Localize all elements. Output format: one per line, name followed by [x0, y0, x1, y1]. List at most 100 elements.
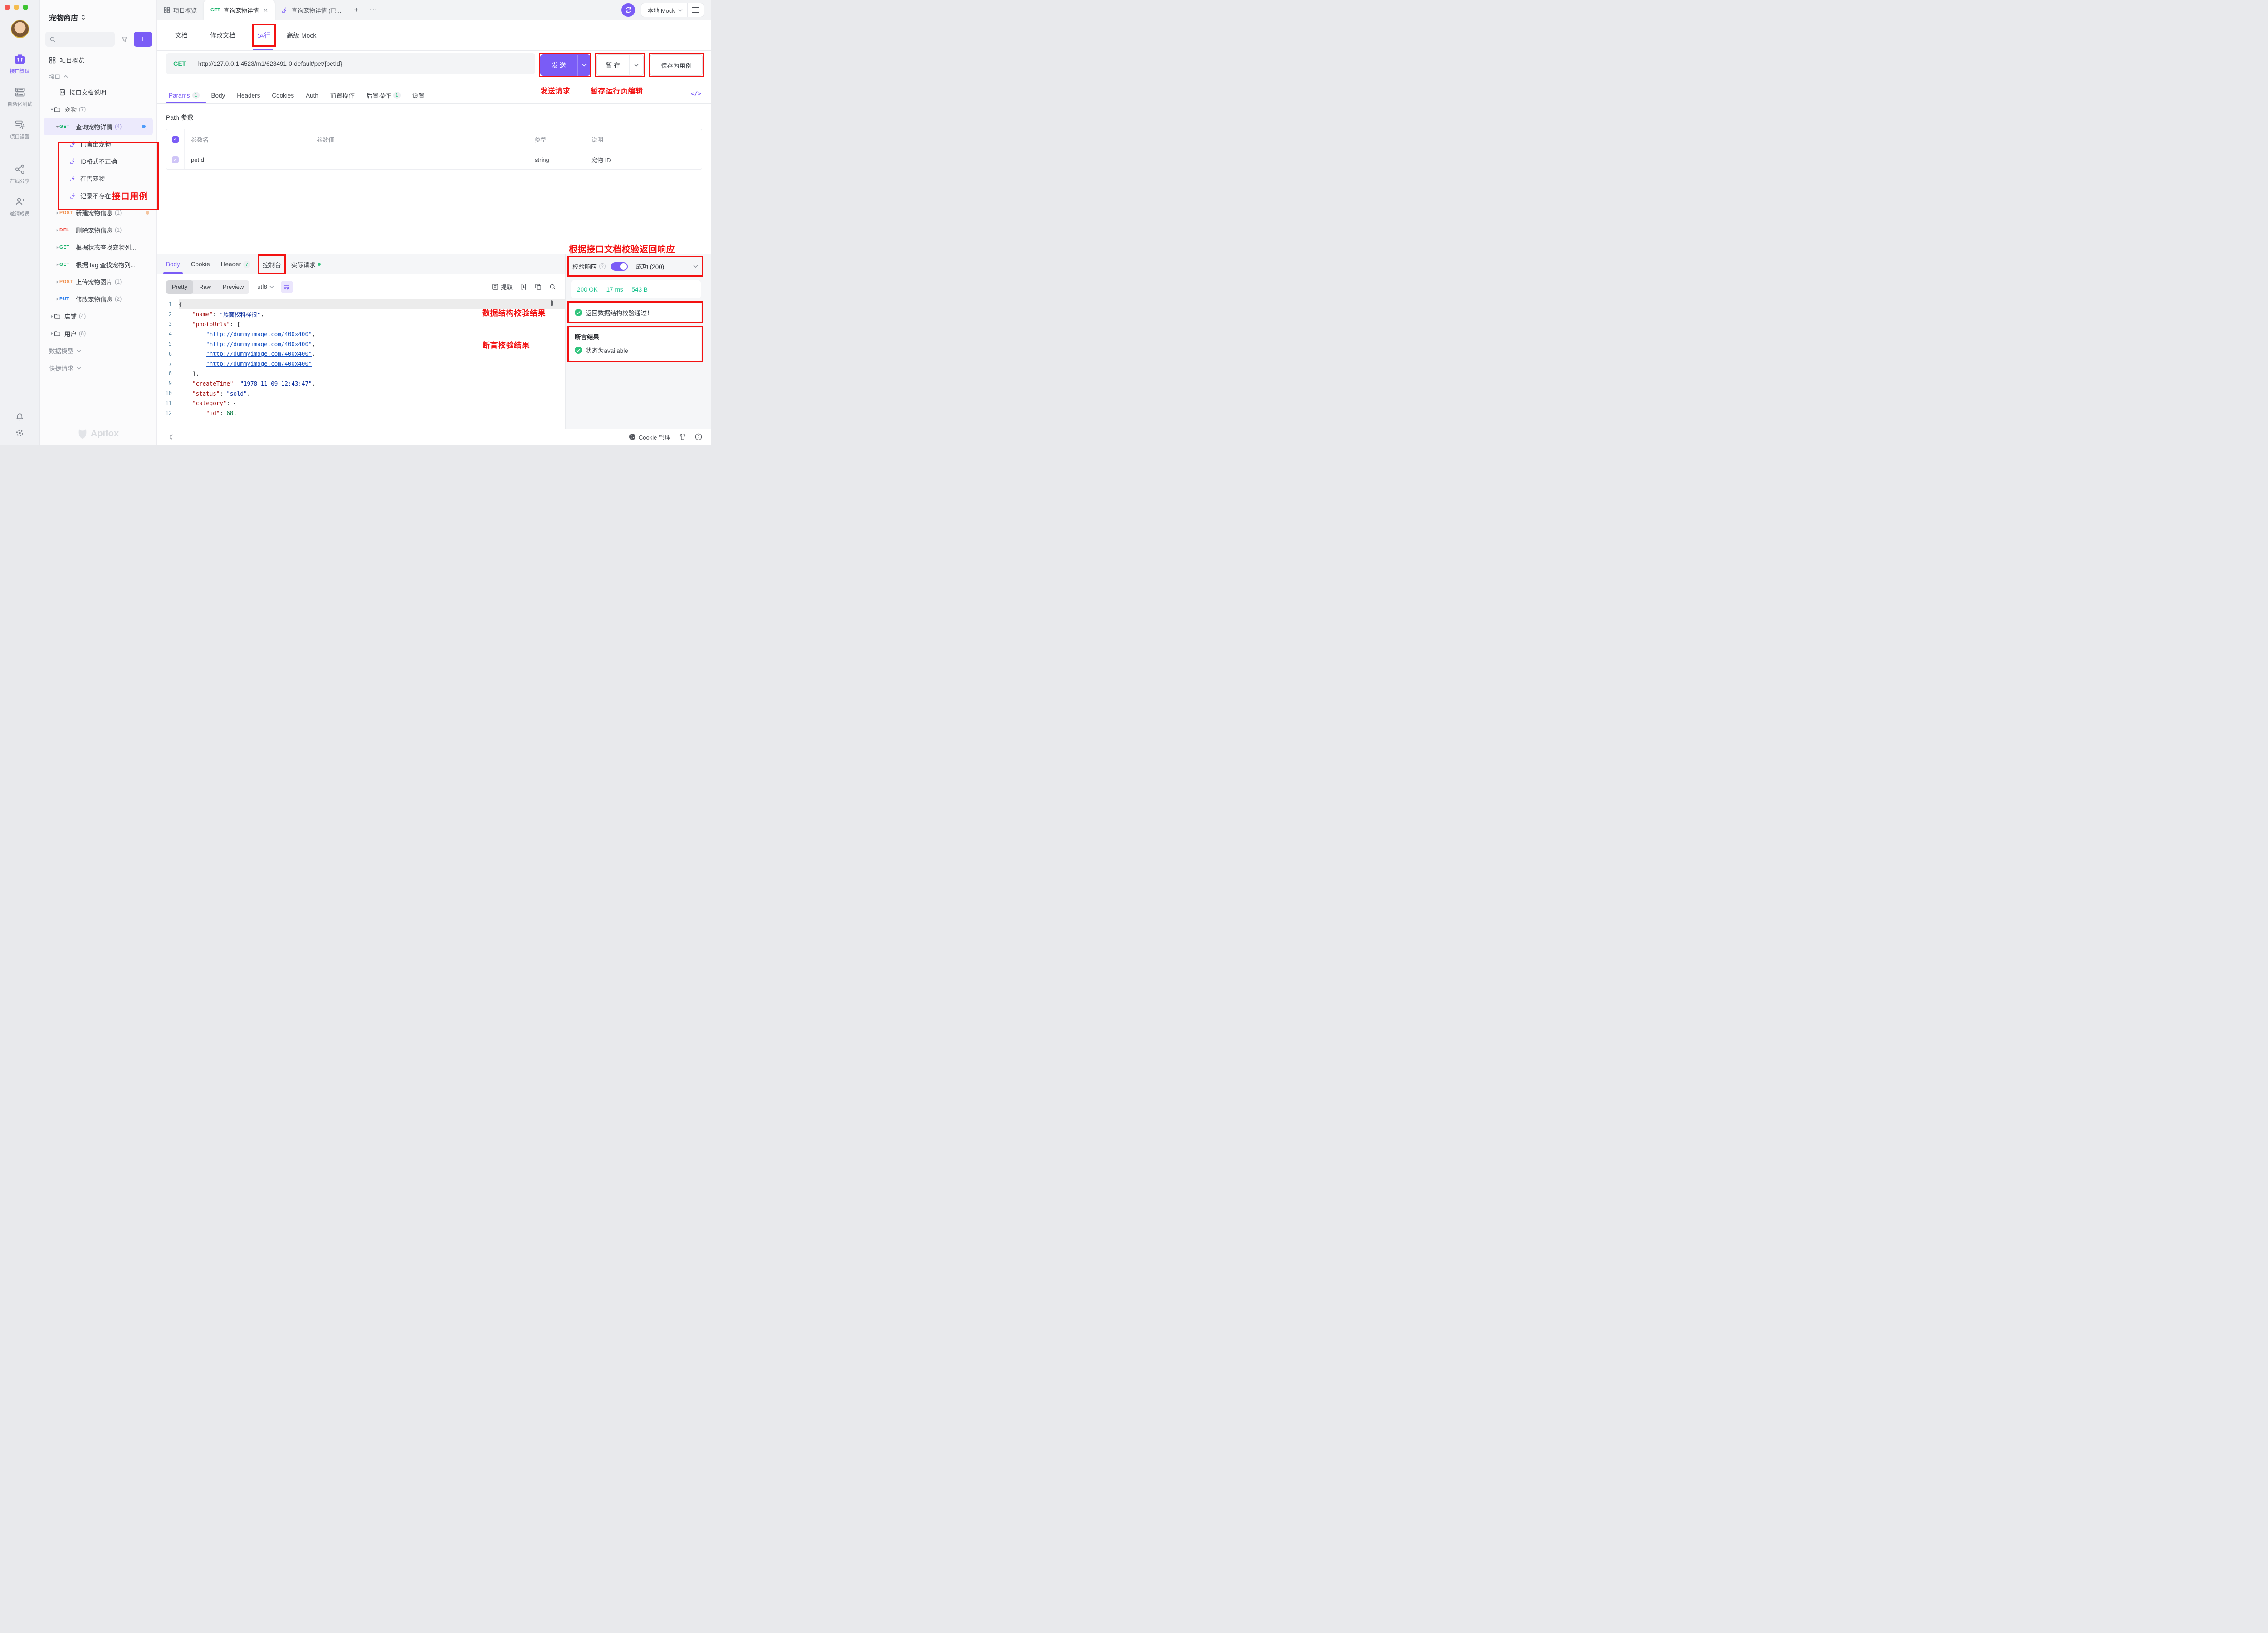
rail-item-online-share[interactable]: 在线分享: [0, 163, 39, 185]
response-tab-label: Cookie: [191, 261, 210, 268]
response-tab-Body[interactable]: Body: [166, 261, 180, 268]
config-tab-后置操作[interactable]: 后置操作1: [367, 91, 401, 100]
response-body-editor[interactable]: 1{2 "name": "族面权科样很",3 "photoUrls": [4 "…: [157, 299, 565, 429]
section-apis[interactable]: 接口: [49, 72, 156, 81]
doc-tab-高级 Mock[interactable]: 高级 Mock: [287, 31, 316, 40]
sidebar-item-project-overview[interactable]: 项目概览: [49, 55, 156, 64]
tree-item-api[interactable]: GET查询宠物详情(4): [44, 118, 153, 135]
chevron-down-icon[interactable]: [693, 264, 698, 268]
tree-item-case[interactable]: ID格式不正确: [40, 152, 156, 170]
tree-item-folder[interactable]: 用户(8): [40, 325, 156, 342]
config-tab-Headers[interactable]: Headers: [237, 92, 260, 99]
send-dropdown-button[interactable]: [578, 64, 590, 67]
rail-item-project-settings[interactable]: 项目设置: [0, 119, 39, 140]
tree-item-api[interactable]: DEL删除宠物信息(1): [40, 221, 156, 239]
view-mode-Preview[interactable]: Preview: [217, 280, 249, 294]
window-controls[interactable]: [0, 0, 39, 10]
save-as-case-button[interactable]: 保存为用例: [650, 54, 703, 76]
cookie-manager-button[interactable]: Cookie 管理: [629, 433, 670, 441]
doc-tab-运行[interactable]: 运行: [258, 32, 270, 39]
tree-item-api[interactable]: PUT修改宠物信息(2): [40, 290, 156, 308]
rail-item-api-management[interactable]: 接口管理: [0, 54, 39, 75]
environment-dropdown[interactable]: 本地 Mock: [641, 6, 687, 15]
help-icon[interactable]: ?: [695, 433, 702, 440]
search-in-body-icon[interactable]: [549, 284, 556, 290]
row-checkbox[interactable]: ✓: [172, 156, 179, 163]
tree-item-case[interactable]: 在售宠物: [40, 170, 156, 187]
send-button[interactable]: 发 送: [540, 54, 590, 76]
tab-api-2[interactable]: 查询宠物详情 (已...: [275, 0, 348, 20]
config-tab-设置[interactable]: 设置: [412, 91, 425, 100]
tab-project-overview[interactable]: 项目概览: [157, 0, 204, 20]
param-value-input[interactable]: [310, 150, 528, 169]
environment-menu-button[interactable]: [687, 3, 704, 17]
tree-item-api[interactable]: POST新建宠物信息(1): [40, 204, 156, 221]
response-tab-Cookie[interactable]: Cookie: [191, 261, 210, 268]
copy-icon[interactable]: [535, 284, 542, 290]
close-icon[interactable]: [263, 8, 268, 13]
chevron-down-icon: [77, 349, 81, 352]
rail-item-automated-testing[interactable]: 自动化测试: [0, 86, 39, 108]
config-tab-Cookies[interactable]: Cookies: [272, 92, 294, 99]
funnel-icon: [121, 36, 128, 43]
sync-button[interactable]: [621, 3, 635, 17]
config-tab-Body[interactable]: Body: [211, 92, 225, 99]
stash-dropdown-button[interactable]: [630, 64, 643, 67]
count-badge: 7: [243, 261, 250, 268]
response-tab-控制台[interactable]: 控制台: [258, 254, 286, 274]
word-wrap-button[interactable]: [281, 281, 293, 293]
line-number: 3: [157, 321, 179, 327]
tree-item-case[interactable]: 已售出宠物: [40, 135, 156, 152]
settings-gear-icon[interactable]: [15, 429, 24, 437]
close-window-button[interactable]: [5, 5, 10, 10]
theme-shirt-icon[interactable]: [679, 433, 686, 440]
maximize-window-button[interactable]: [23, 5, 28, 10]
method-label: GET: [59, 124, 76, 129]
avatar[interactable]: [11, 20, 29, 38]
extract-label: 提取: [501, 283, 513, 291]
response-tab-Header[interactable]: Header7: [221, 261, 250, 268]
tree-item-folder[interactable]: 宠物(7): [40, 101, 156, 118]
stash-button[interactable]: 暂 存: [596, 54, 644, 76]
search-input[interactable]: [45, 32, 115, 47]
encoding-dropdown[interactable]: utf8: [257, 284, 274, 290]
extract-button[interactable]: 提取: [492, 283, 513, 291]
collapse-sidebar-icon[interactable]: 《: [166, 432, 172, 442]
response-tabs: Body Cookie Header7 控制台实际请求: [157, 254, 565, 274]
tab-strip: 项目概览GET查询宠物详情查询宠物详情 (已... + ⋯ 本地 Mock: [157, 0, 711, 20]
sidebar-item-quick-request[interactable]: 快捷请求: [49, 359, 156, 376]
tree-item-folder[interactable]: 店铺(4): [40, 308, 156, 325]
rail-item-invite-members[interactable]: 邀请成员: [0, 196, 39, 217]
doc-tab-修改文档[interactable]: 修改文档: [210, 31, 235, 40]
select-all-checkbox[interactable]: ✓: [172, 136, 179, 143]
view-mode-Pretty[interactable]: Pretty: [166, 280, 193, 294]
response-tab-实际请求[interactable]: 实际请求: [291, 260, 321, 269]
minimize-window-button[interactable]: [14, 5, 19, 10]
tab-more-button[interactable]: ⋯: [364, 5, 382, 15]
project-switcher[interactable]: 宠物商店: [40, 0, 156, 23]
url-input[interactable]: GET http://127.0.0.1:4523/m1/623491-0-de…: [166, 53, 535, 74]
tab-api-1[interactable]: GET查询宠物详情: [204, 0, 275, 20]
add-api-button[interactable]: +: [134, 32, 152, 47]
config-tab-Params[interactable]: Params1: [169, 92, 200, 99]
tree-item-case[interactable]: 记录不存在接口用例: [40, 187, 156, 204]
tree-item-doc[interactable]: M接口文档说明: [40, 83, 156, 101]
sidebar-item-data-models[interactable]: 数据模型: [49, 342, 156, 359]
new-tab-button[interactable]: +: [348, 5, 364, 15]
scrollbar-thumb[interactable]: [551, 300, 553, 306]
tree-item-api[interactable]: GET根据状态查找宠物列...: [40, 239, 156, 256]
code-view-icon[interactable]: </>: [691, 91, 701, 98]
config-tab-label: 后置操作: [367, 91, 391, 100]
download-icon[interactable]: [520, 284, 527, 290]
tree-item-api[interactable]: POST上传宠物图片(1): [40, 273, 156, 290]
filter-button[interactable]: [118, 33, 131, 46]
config-tab-Auth[interactable]: Auth: [306, 92, 318, 99]
config-tab-前置操作[interactable]: 前置操作: [330, 91, 355, 100]
tree-item-api[interactable]: GET根据 tag 查找宠物列...: [40, 256, 156, 273]
bell-icon[interactable]: [15, 413, 24, 421]
view-mode-Raw[interactable]: Raw: [193, 280, 217, 294]
doc-tab-文档[interactable]: 文档: [175, 31, 188, 40]
caret-right-icon: [55, 245, 59, 249]
annotation-schema-result: 数据结构校验结果: [482, 307, 546, 318]
validate-response-toggle[interactable]: [611, 262, 628, 271]
